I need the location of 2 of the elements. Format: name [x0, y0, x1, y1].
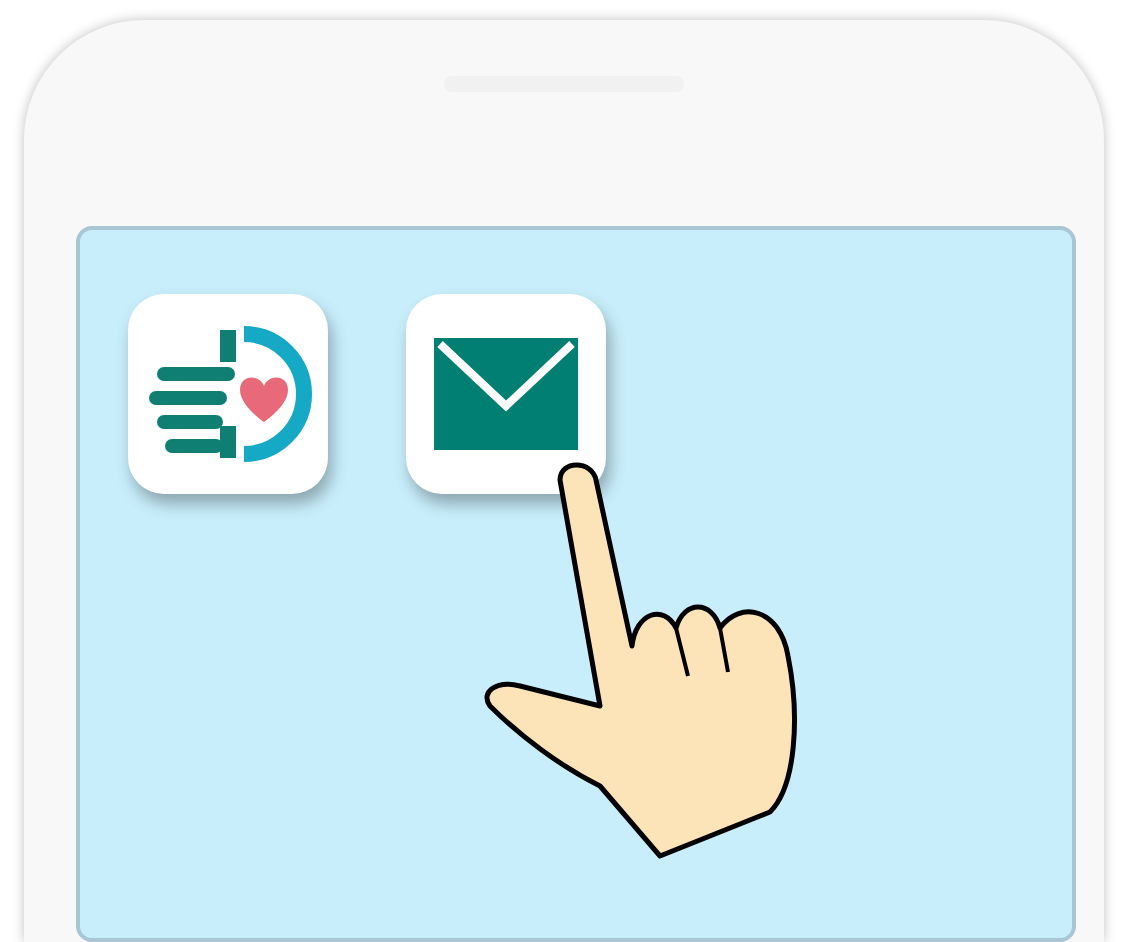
- heart-hand-app-icon[interactable]: [128, 294, 328, 494]
- envelope-app-icon[interactable]: [406, 294, 606, 494]
